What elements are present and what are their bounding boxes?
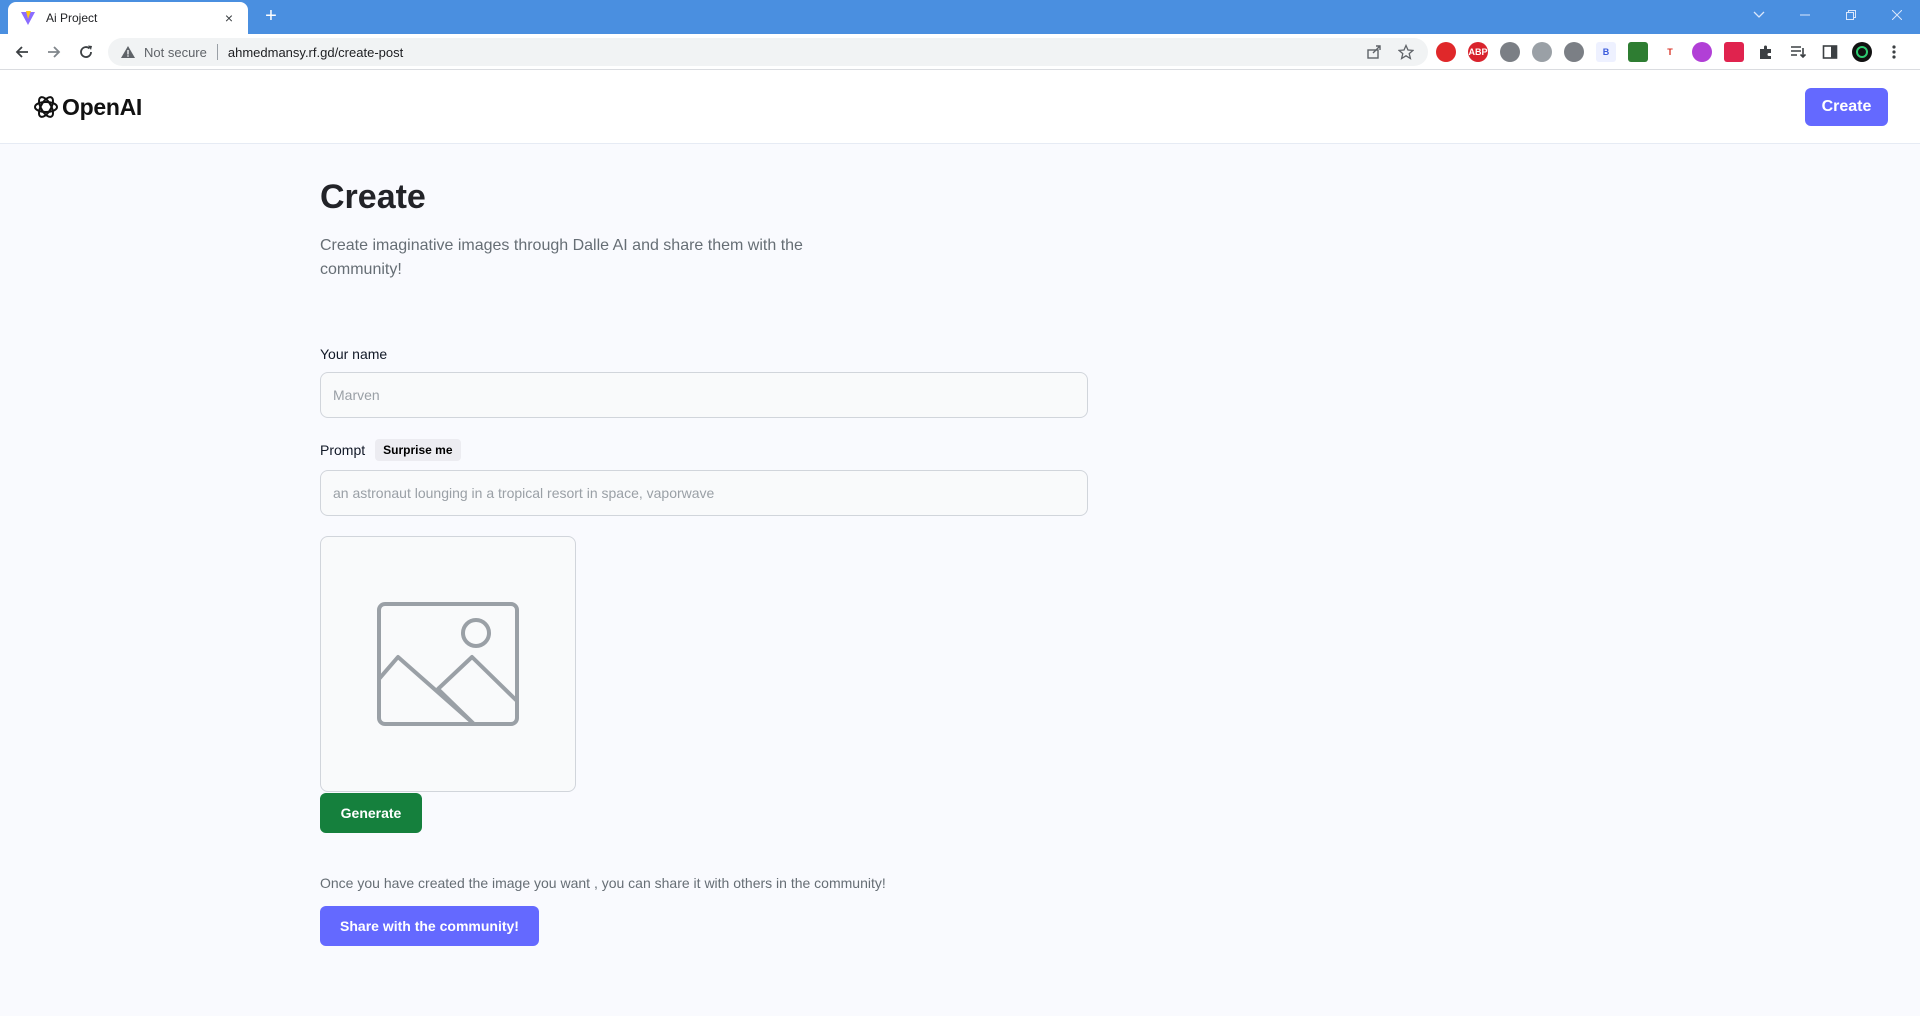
generate-button[interactable]: Generate — [320, 793, 422, 833]
browser-menu-icon[interactable] — [1884, 42, 1904, 62]
header-create-button[interactable]: Create — [1805, 88, 1888, 126]
bug-extension-icon[interactable] — [1564, 42, 1584, 62]
image-preview — [320, 536, 576, 792]
emoji-extension-icon[interactable] — [1692, 42, 1712, 62]
surprise-me-button[interactable]: Surprise me — [375, 439, 461, 461]
browser-tab-bar: Ai Project × + — [0, 0, 1920, 34]
b-extension-icon[interactable]: B — [1596, 42, 1616, 62]
minimize-icon[interactable] — [1782, 0, 1828, 30]
adblock-plus-extension-icon[interactable]: ABP — [1468, 42, 1488, 62]
openai-logo[interactable]: OpenAI — [32, 92, 142, 122]
profile-avatar-icon[interactable] — [1852, 42, 1872, 62]
share-page-icon[interactable] — [1364, 42, 1384, 62]
tree-extension-icon[interactable] — [1628, 42, 1648, 62]
side-panel-icon[interactable] — [1820, 42, 1840, 62]
record-extension-icon[interactable] — [1500, 42, 1520, 62]
prompt-input[interactable] — [320, 470, 1088, 516]
forward-arrow-icon[interactable] — [42, 40, 66, 64]
security-status: Not secure — [144, 44, 207, 60]
url-text: ahmedmansy.rf.gd/create-post — [227, 44, 404, 60]
tab-title: Ai Project — [46, 11, 98, 25]
cloud-extension-icon[interactable] — [1532, 42, 1552, 62]
site-header: OpenAI Create — [0, 70, 1920, 144]
tab-close-icon[interactable]: × — [220, 10, 238, 26]
share-community-button[interactable]: Share with the community! — [320, 906, 539, 946]
image-placeholder-icon — [377, 602, 519, 726]
new-tab-icon[interactable]: + — [260, 6, 282, 28]
share-note: Once you have created the image you want… — [320, 875, 886, 891]
back-arrow-icon[interactable] — [10, 40, 34, 64]
address-divider — [216, 44, 218, 60]
extensions-row: ABP B T — [1436, 40, 1916, 64]
name-input[interactable] — [320, 372, 1088, 418]
t-extension-icon[interactable]: T — [1660, 42, 1680, 62]
vite-favicon-icon — [20, 10, 36, 26]
restore-icon[interactable] — [1828, 0, 1874, 30]
opera-extension-icon[interactable] — [1436, 42, 1456, 62]
puzzle-extensions-icon[interactable] — [1756, 42, 1776, 62]
prompt-label: Prompt — [320, 442, 366, 458]
close-window-icon[interactable] — [1874, 0, 1920, 30]
openai-logo-icon — [32, 93, 60, 121]
address-bar[interactable]: Not secure ahmedmansy.rf.gd/create-post — [108, 38, 1428, 66]
reading-list-icon[interactable] — [1788, 42, 1808, 62]
warning-icon — [120, 44, 136, 60]
bookmark-star-icon[interactable] — [1396, 42, 1416, 62]
browser-toolbar: Not secure ahmedmansy.rf.gd/create-post … — [0, 34, 1920, 70]
page-title: Create — [320, 178, 426, 216]
window-controls — [1736, 0, 1920, 30]
logo-text: OpenAI — [62, 93, 142, 120]
page-subtitle: Create imaginative images through Dalle … — [320, 237, 803, 278]
prompt-label-row: Prompt Surprise me — [320, 438, 461, 462]
browser-tab[interactable]: Ai Project × — [8, 2, 248, 34]
pause-extension-icon[interactable] — [1724, 42, 1744, 62]
reload-icon[interactable] — [74, 40, 98, 64]
tab-search-icon[interactable] — [1736, 0, 1782, 30]
name-label: Your name — [320, 346, 388, 362]
